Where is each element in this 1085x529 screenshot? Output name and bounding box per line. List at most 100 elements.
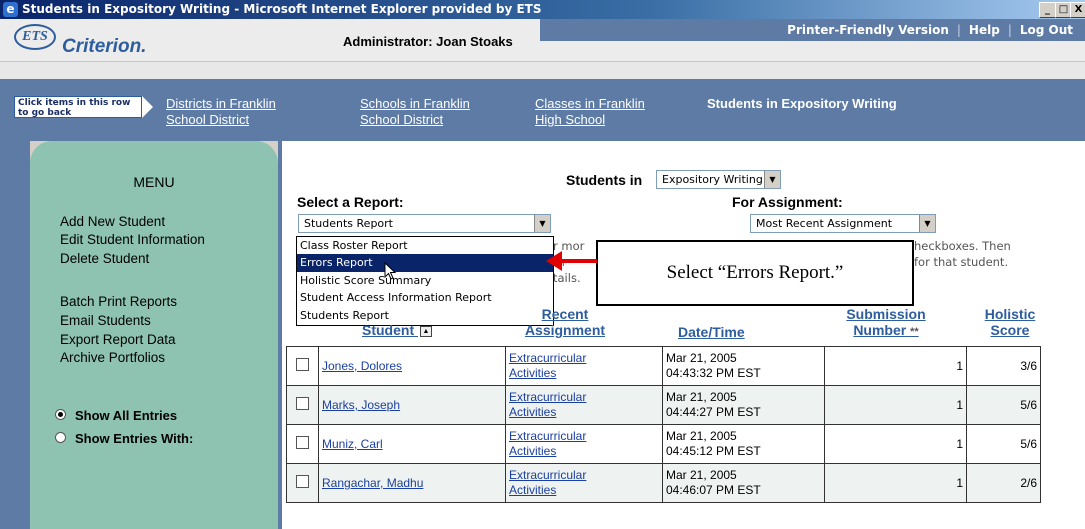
assignment-link[interactable]: Activities xyxy=(509,366,659,381)
student-cell: Jones, Dolores xyxy=(318,346,506,386)
score-cell: 5/6 xyxy=(966,424,1041,464)
breadcrumb-line: School District xyxy=(166,112,250,127)
assignment-cell: Extracurricular Activities xyxy=(505,463,663,503)
student-link[interactable]: Muniz, Carl xyxy=(322,437,383,451)
student-link[interactable]: Rangachar, Madhu xyxy=(322,476,423,490)
radio-selected-icon[interactable] xyxy=(55,409,66,420)
chevron-down-icon[interactable]: ▼ xyxy=(919,215,935,232)
breadcrumb-line: School District xyxy=(360,112,444,127)
time-value: 04:44:27 PM EST xyxy=(666,405,761,419)
menu-item-email-students[interactable]: Email Students xyxy=(60,312,151,330)
breadcrumb-classes[interactable]: Classes in Franklin High School xyxy=(535,96,645,128)
callout-arrow xyxy=(560,259,597,263)
breadcrumb-current: Students in Expository Writing xyxy=(707,96,897,111)
header-line: Assignment xyxy=(524,322,606,338)
assignment-select-value: Most Recent Assignment xyxy=(756,217,893,230)
date-cell: Mar 21, 2005 04:46:07 PM EST xyxy=(662,463,825,503)
table-row: Rangachar, Madhu Extracurricular Activiti… xyxy=(286,463,1041,503)
student-link[interactable]: Jones, Dolores xyxy=(322,359,402,373)
row-checkbox[interactable] xyxy=(296,397,309,410)
submission-cell: 1 xyxy=(824,424,967,464)
menu-item-export-report-data[interactable]: Export Report Data xyxy=(60,331,176,349)
row-checkbox[interactable] xyxy=(296,436,309,449)
log-out-link[interactable]: Log Out xyxy=(1020,23,1073,37)
row-checkbox[interactable] xyxy=(296,475,309,488)
instruction-fragment: for that student. xyxy=(914,255,1009,269)
col-header-holistic-score[interactable]: Holistic Score xyxy=(975,306,1045,338)
table-row: Jones, Dolores Extracurricular Activities… xyxy=(286,346,1041,386)
report-option-errors[interactable]: Errors Report xyxy=(297,254,553,272)
header-line: Score xyxy=(990,322,1030,338)
assignment-link[interactable]: Extracurricular xyxy=(509,390,659,405)
class-select[interactable]: Expository Writing ▼ xyxy=(656,170,781,189)
time-value: 04:45:12 PM EST xyxy=(666,444,761,458)
header-line: Number xyxy=(853,322,907,338)
assignment-cell: Extracurricular Activities xyxy=(505,385,663,425)
help-link[interactable]: Help xyxy=(969,23,1000,37)
menu-item-delete-student[interactable]: Delete Student xyxy=(60,250,149,268)
radio-label: Show All Entries xyxy=(75,408,178,423)
header-line: Recent xyxy=(541,306,589,322)
breadcrumb-schools[interactable]: Schools in Franklin School District xyxy=(360,96,470,128)
menu-item-edit-student-information[interactable]: Edit Student Information xyxy=(60,231,205,249)
radio-show-entries-with[interactable]: Show Entries With: xyxy=(55,431,193,446)
assignment-link[interactable]: Activities xyxy=(509,444,659,459)
chevron-down-icon[interactable]: ▼ xyxy=(764,171,780,188)
internet-explorer-icon: e xyxy=(3,2,18,17)
row-checkbox[interactable] xyxy=(296,358,309,371)
sidebar-menu: MENU Add New Student Edit Student Inform… xyxy=(30,141,278,529)
submission-cell: 1 xyxy=(824,463,967,503)
window-title: Students in Expository Writing - Microso… xyxy=(22,2,542,16)
ets-logo-icon: ETS xyxy=(14,24,56,50)
sort-ascending-icon[interactable]: ▲ xyxy=(420,326,432,337)
submission-cell: 1 xyxy=(824,346,967,386)
menu-item-batch-print-reports[interactable]: Batch Print Reports xyxy=(60,293,177,311)
close-button[interactable]: X xyxy=(1070,2,1085,18)
instruction-fragment: heckboxes. Then xyxy=(914,239,1011,253)
assignment-link[interactable]: Extracurricular xyxy=(509,351,659,366)
date-value: Mar 21, 2005 xyxy=(666,468,737,482)
row-checkbox-cell xyxy=(286,346,319,386)
printer-friendly-link[interactable]: Printer-Friendly Version xyxy=(787,23,949,37)
page-header: ETS Criterion. Administrator: Joan Stoak… xyxy=(0,19,1085,79)
report-select[interactable]: Students Report ▼ xyxy=(298,214,551,233)
header-line: Submission xyxy=(846,306,926,322)
assignment-link[interactable]: Activities xyxy=(509,405,659,420)
submission-cell: 1 xyxy=(824,385,967,425)
students-table: Jones, Dolores Extracurricular Activities… xyxy=(286,346,1041,503)
radio-show-all-entries[interactable]: Show All Entries xyxy=(55,408,177,423)
assignment-link[interactable]: Activities xyxy=(509,483,659,498)
radio-unselected-icon[interactable] xyxy=(55,432,66,443)
breadcrumb-hint: Click items in this row to go back xyxy=(14,96,153,118)
col-header-date-time[interactable]: Date/Time xyxy=(678,324,745,340)
row-checkbox-cell xyxy=(286,385,319,425)
assignment-cell: Extracurricular Activities xyxy=(505,346,663,386)
time-value: 04:46:07 PM EST xyxy=(666,483,761,497)
date-value: Mar 21, 2005 xyxy=(666,429,737,443)
minimize-button[interactable]: _ xyxy=(1039,2,1056,18)
chevron-down-icon[interactable]: ▼ xyxy=(534,215,550,232)
assignment-link[interactable]: Extracurricular xyxy=(509,429,659,444)
assignment-cell: Extracurricular Activities xyxy=(505,424,663,464)
date-cell: Mar 21, 2005 04:43:32 PM EST xyxy=(662,346,825,386)
window-title-bar[interactable]: e Students in Expository Writing - Micro… xyxy=(0,0,1085,19)
col-header-student[interactable]: Student ▲ xyxy=(362,322,432,338)
report-option-student-access[interactable]: Student Access Information Report xyxy=(297,289,553,306)
time-value: 04:43:32 PM EST xyxy=(666,366,761,380)
col-header-recent-assignment[interactable]: Recent Assignment xyxy=(515,306,615,338)
score-cell: 3/6 xyxy=(966,346,1041,386)
select-report-label: Select a Report: xyxy=(297,194,404,210)
mouse-pointer-icon xyxy=(384,262,396,280)
assignment-link[interactable]: Extracurricular xyxy=(509,468,659,483)
score-cell: 2/6 xyxy=(966,463,1041,503)
report-option-holistic-score[interactable]: Holistic Score Summary xyxy=(297,272,553,289)
col-header-submission-number[interactable]: Submission Number ** xyxy=(836,306,936,340)
breadcrumb-line: High School xyxy=(535,112,606,127)
assignment-select[interactable]: Most Recent Assignment ▼ xyxy=(750,214,936,233)
breadcrumb-districts[interactable]: Districts in Franklin School District xyxy=(166,96,276,128)
students-in-label: Students in xyxy=(566,172,643,188)
menu-item-add-new-student[interactable]: Add New Student xyxy=(60,213,165,231)
student-link[interactable]: Marks, Joseph xyxy=(322,398,400,412)
report-option-class-roster[interactable]: Class Roster Report xyxy=(297,237,553,254)
menu-item-archive-portfolios[interactable]: Archive Portfolios xyxy=(60,349,165,367)
